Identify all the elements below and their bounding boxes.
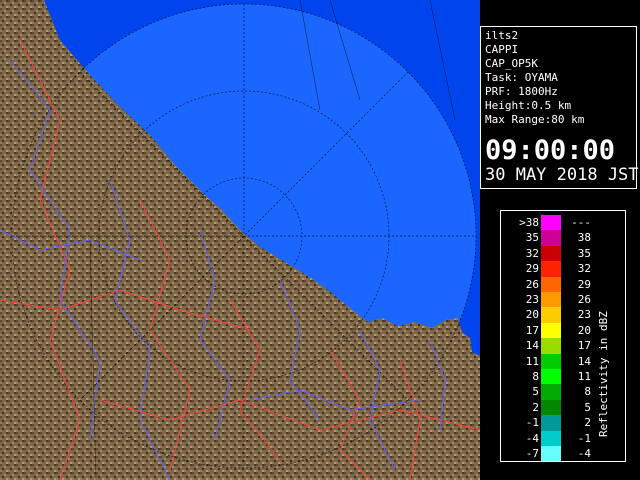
radar-name: ilts2 (485, 29, 519, 42)
legend-row: -1 2 (501, 415, 601, 431)
legend-high-value: -1 (577, 431, 591, 445)
legend-color-swatch (541, 307, 561, 323)
legend-row: 8 11 (501, 369, 601, 385)
legend-low-value: 11 (525, 354, 539, 368)
legend-row: -4 -1 (501, 430, 601, 446)
legend-color-swatch (541, 261, 561, 277)
legend-row: 23 26 (501, 292, 601, 308)
legend-color-swatch (541, 322, 561, 339)
legend-low-value: -4 (525, 431, 539, 445)
legend-low-value: 17 (525, 323, 539, 337)
legend-row: -7 -4 (501, 446, 601, 462)
legend-high-value: 38 (577, 231, 591, 245)
legend-low-value: 35 (525, 231, 539, 245)
legend-high-value: 17 (577, 339, 591, 353)
legend-low-value: 20 (525, 308, 539, 322)
legend-color-swatch (541, 245, 561, 262)
legend-low-value: 23 (525, 293, 539, 306)
legend-high-value: 5 (584, 400, 591, 414)
legend-high-value: 29 (577, 277, 591, 291)
product-name: CAP_OP5K (485, 57, 538, 70)
legend-high-value: -4 (577, 447, 591, 460)
max-range-value: Max Range:80 km (485, 113, 585, 126)
legend-row: 11 14 (501, 353, 601, 369)
legend-color-swatch (541, 338, 561, 354)
radar-info-panel: ilts2 CAPPI CAP_OP5K Task: OYAMA PRF: 18… (480, 26, 639, 189)
legend-high-value: 2 (584, 416, 591, 430)
legend-row: 14 17 (501, 338, 601, 354)
legend-high-value: 20 (577, 323, 591, 337)
legend-color-swatch (541, 292, 561, 308)
legend-low-value: 26 (525, 277, 539, 291)
legend-color-swatch (541, 399, 561, 416)
legend-high-value: 23 (577, 308, 591, 322)
reflectivity-legend: >38 --- 35 38 32 35 29 32 26 29 23 26 20 23 17 20 14 17 11… (500, 210, 626, 462)
legend-low-value: 5 (532, 385, 539, 399)
legend-low-value: 8 (532, 370, 539, 383)
legend-low-value: 32 (525, 246, 539, 260)
height-value: Height:0.5 km (485, 99, 572, 112)
legend-row: 35 38 (501, 230, 601, 246)
legend-row: 32 35 (501, 245, 601, 262)
legend-row: 20 23 (501, 307, 601, 323)
legend-row: >38 --- (501, 215, 601, 231)
legend-high-value: 32 (577, 262, 591, 276)
legend-low-value: >38 (519, 216, 539, 229)
legend-row: 25 (501, 399, 601, 416)
legend-high-value: 26 (577, 293, 591, 306)
legend-color-swatch (541, 415, 561, 431)
legend-row: 26 29 (501, 276, 601, 292)
legend-row: 29 32 (501, 261, 601, 277)
legend-low-value: 29 (525, 262, 539, 276)
legend-color-swatch (541, 276, 561, 292)
observation-time: 09:00:00 (485, 135, 616, 166)
legend-color-swatch (541, 430, 561, 446)
radar-map-svg (0, 0, 480, 480)
legend-high-value: --- (571, 216, 591, 229)
legend-color-swatch (541, 230, 561, 246)
legend-low-value: 2 (532, 400, 539, 414)
product-type: CAPPI (485, 43, 519, 56)
legend-color-swatch (541, 215, 561, 231)
task-name: Task: OYAMA (485, 71, 558, 84)
legend-low-value: -7 (525, 447, 539, 460)
legend-color-swatch (541, 384, 561, 400)
legend-low-value: -1 (525, 416, 539, 430)
legend-high-value: 14 (577, 354, 591, 368)
legend-high-value: 35 (577, 246, 591, 260)
legend-color-swatch (541, 369, 561, 385)
legend-title: Reflectivity in dBZ (597, 311, 610, 437)
legend-row: 58 (501, 384, 601, 400)
legend-high-value: 11 (577, 370, 591, 383)
legend-row: 17 20 (501, 322, 601, 339)
prf-value: PRF: 1800Hz (485, 85, 558, 98)
legend-color-swatch (541, 446, 561, 462)
legend-high-value: 8 (584, 385, 591, 399)
legend-color-swatch (541, 353, 561, 369)
radar-map (0, 0, 480, 480)
observation-date: 30 MAY 2018 JST (485, 165, 639, 185)
legend-low-value: 14 (525, 339, 539, 353)
